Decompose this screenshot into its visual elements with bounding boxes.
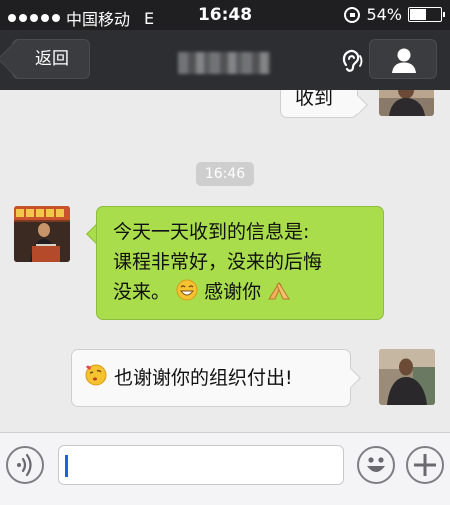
contact-name-blurred [178,52,270,74]
my-avatar[interactable] [379,90,434,116]
status-bar: 中国移动 E 16:48 54% [0,0,450,30]
input-bar [0,432,450,505]
battery-percent: 54% [366,5,402,24]
sent-message-bubble[interactable]: 也谢谢你的组织付出! [71,349,351,407]
message-line: 课程非常好，没来的后悔 [113,251,323,273]
folded-hands-emoji-icon [268,282,291,300]
timestamp-pill: 16:46 [196,162,254,186]
contact-avatar[interactable] [14,206,70,262]
message-text: 没来。 [113,281,171,303]
grinning-face-emoji-icon [176,279,198,301]
my-avatar-photo [379,90,434,116]
received-message-bubble[interactable]: 今天一天收到的信息是: 课程非常好，没来的后悔 没来。 感谢你 [96,206,384,320]
message-line: 没来。 感谢你 [113,277,383,307]
blowing-kiss-emoji-icon [85,364,107,386]
chat-area[interactable]: 收到 16:46 今天一天收到的信息是: 课程非常好，没来的后悔 没来。 感谢你… [0,90,450,432]
message-input[interactable] [58,445,344,485]
battery-fill [410,9,426,20]
text-caret [65,455,68,477]
message-text: 感谢你 [204,281,262,303]
ear-speaker-icon[interactable] [337,47,365,75]
back-button[interactable]: 返回 [12,39,90,79]
contact-profile-button[interactable] [369,39,437,79]
my-avatar[interactable] [379,349,435,405]
plus-icon [414,454,436,476]
sent-message-bubble[interactable]: 收到 [280,90,358,118]
nav-bar: 返回 [0,30,450,90]
message-text: 收到 [295,90,334,109]
rotation-lock-icon [344,6,361,23]
voice-input-button[interactable] [6,446,44,484]
more-actions-button[interactable] [406,446,444,484]
battery-icon [408,7,445,22]
message-line: 今天一天收到的信息是: [113,221,310,243]
contact-avatar-photo [14,206,70,262]
my-avatar-photo [379,349,435,405]
voice-icon [17,453,32,477]
emoji-button[interactable] [357,446,395,484]
message-text: 也谢谢你的组织付出! [114,367,293,389]
back-label: 返回 [35,49,69,69]
smiley-icon [367,457,385,472]
person-icon [392,48,416,73]
